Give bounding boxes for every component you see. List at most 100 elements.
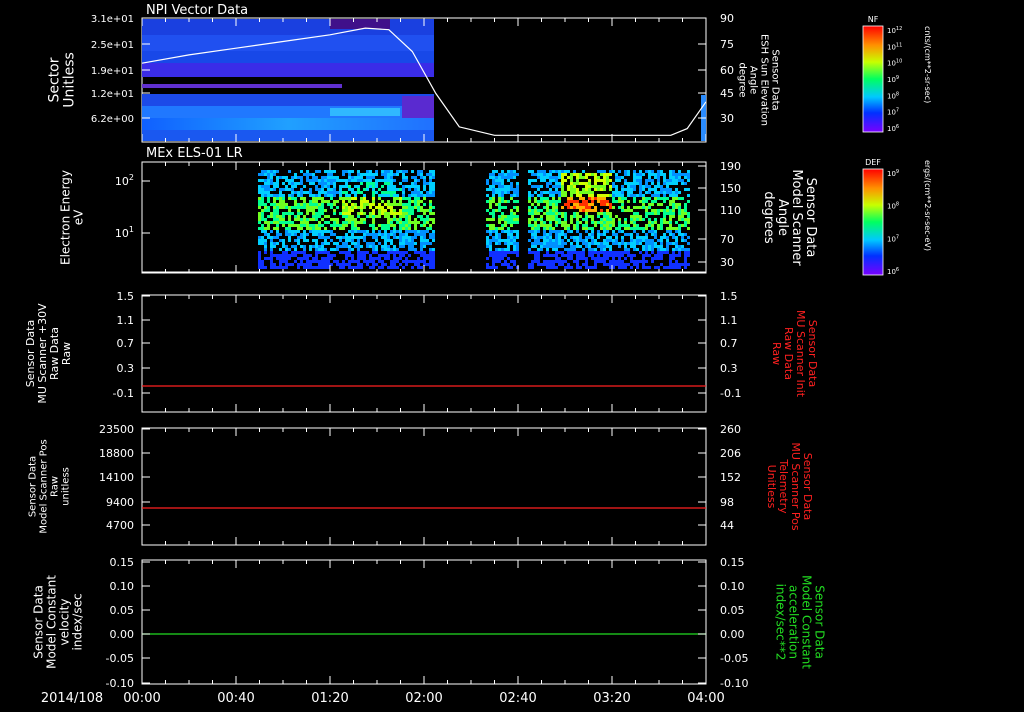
heatmap-cell: [366, 173, 369, 176]
heatmap-cell: [258, 263, 261, 266]
heatmap-cell: [294, 182, 297, 185]
heatmap-cell: [606, 257, 609, 260]
heatmap-cell: [300, 170, 303, 173]
heatmap-cell: [606, 242, 609, 245]
heatmap-cell: [324, 248, 327, 251]
heatmap-cell: [654, 245, 657, 248]
heatmap-cell: [576, 182, 579, 185]
heatmap-cell: [639, 236, 642, 239]
heatmap-cell: [612, 182, 615, 185]
heatmap-cell: [564, 227, 567, 230]
heatmap-cell: [579, 233, 582, 236]
heatmap-cell: [552, 227, 555, 230]
heatmap-cell: [414, 188, 417, 191]
heatmap-cell: [276, 215, 279, 218]
heatmap-cell: [354, 242, 357, 245]
heatmap-cell: [321, 230, 324, 233]
heatmap-cell: [570, 197, 573, 200]
heatmap-cell: [357, 206, 360, 209]
heatmap-cell: [279, 263, 282, 266]
heatmap-cell: [492, 230, 495, 233]
heatmap-cell: [312, 212, 315, 215]
heatmap-cell: [408, 197, 411, 200]
heatmap-cell: [567, 224, 570, 227]
heatmap-cell: [351, 179, 354, 182]
heatmap-cell: [618, 251, 621, 254]
heatmap-cell: [642, 254, 645, 257]
heatmap-cell: [357, 179, 360, 182]
heatmap-cell: [366, 242, 369, 245]
heatmap-cell: [498, 254, 501, 257]
heatmap-cell: [603, 230, 606, 233]
heatmap-cell: [486, 239, 489, 242]
heatmap-cell: [300, 218, 303, 221]
heatmap-cell: [633, 185, 636, 188]
heatmap-cell: [273, 266, 276, 269]
heatmap-cell: [291, 176, 294, 179]
heatmap-cell: [423, 251, 426, 254]
heatmap-cell: [300, 257, 303, 260]
heatmap-cell: [294, 218, 297, 221]
heatmap-cell: [486, 218, 489, 221]
heatmap-cell: [648, 218, 651, 221]
heatmap-cell: [645, 266, 648, 269]
heatmap-cell: [324, 209, 327, 212]
heatmap-cell: [363, 179, 366, 182]
heatmap-cell: [390, 260, 393, 263]
heatmap-cell: [654, 212, 657, 215]
heatmap-cell: [324, 191, 327, 194]
heatmap-cell: [576, 251, 579, 254]
heatmap-cell: [282, 215, 285, 218]
heatmap-cell: [399, 215, 402, 218]
colorbar-nf: NF 101210111010109108107106 cnts/(cm**2-…: [862, 15, 932, 133]
heatmap-cell: [549, 260, 552, 263]
heatmap-cell: [258, 212, 261, 215]
heatmap-cell: [564, 266, 567, 269]
heatmap-cell: [321, 251, 324, 254]
left-tick-label: 3.1e+01: [91, 14, 134, 25]
heatmap-cell: [624, 263, 627, 266]
colorbar-tick-label: 108: [887, 202, 899, 211]
heatmap-cell: [330, 179, 333, 182]
heatmap-cell: [513, 245, 516, 248]
heatmap-cell: [582, 248, 585, 251]
heatmap-cell: [501, 197, 504, 200]
heatmap-cell: [351, 218, 354, 221]
heatmap-cell: [657, 254, 660, 257]
heatmap-cell: [594, 257, 597, 260]
heatmap-cell: [408, 218, 411, 221]
heatmap-cell: [354, 197, 357, 200]
heatmap-cell: [408, 248, 411, 251]
heatmap-cell: [531, 179, 534, 182]
heatmap-cell: [291, 197, 294, 200]
heatmap-cell: [603, 221, 606, 224]
heatmap-cell: [504, 173, 507, 176]
heatmap-cell: [564, 233, 567, 236]
heatmap-cell: [414, 242, 417, 245]
heatmap-cell: [534, 242, 537, 245]
heatmap-cell: [387, 179, 390, 182]
heatmap-cell: [573, 227, 576, 230]
heatmap-cell: [549, 254, 552, 257]
heatmap-cell: [498, 242, 501, 245]
heatmap-cell: [357, 221, 360, 224]
heatmap-cell: [576, 227, 579, 230]
heatmap-cell: [564, 236, 567, 239]
heatmap-cell: [603, 245, 606, 248]
heatmap-cell: [645, 179, 648, 182]
heatmap-cell: [552, 200, 555, 203]
heatmap-cell: [288, 263, 291, 266]
heatmap-cell: [570, 248, 573, 251]
heatmap-cell: [645, 233, 648, 236]
heatmap-cell: [411, 242, 414, 245]
heatmap-cell: [327, 257, 330, 260]
els-title: MEx ELS-01 LR: [146, 146, 243, 161]
heatmap-cell: [552, 176, 555, 179]
heatmap-cell: [300, 206, 303, 209]
heatmap-cell: [579, 239, 582, 242]
heatmap-cell: [321, 233, 324, 236]
heatmap-cell: [387, 200, 390, 203]
heatmap-cell: [582, 188, 585, 191]
heatmap-cell: [516, 254, 519, 257]
heatmap-cell: [267, 188, 270, 191]
